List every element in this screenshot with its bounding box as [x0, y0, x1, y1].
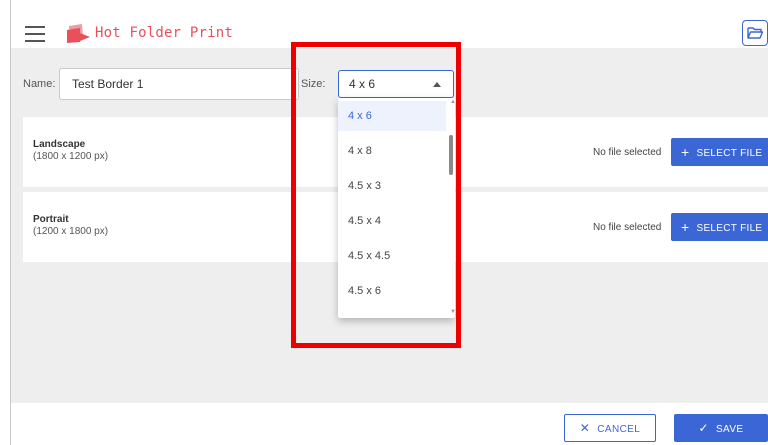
folder-open-button[interactable]	[742, 20, 768, 46]
landscape-file-status: No file selected	[593, 147, 662, 158]
app-window: Hot Folder Print Name: Test Border 1 Siz…	[10, 0, 768, 445]
size-option[interactable]: 4 x 6	[338, 101, 446, 131]
size-dropdown-menu: 4 x 6 4 x 8 4.5 x 3 4.5 x 4 4.5 x 4.5 4.…	[338, 98, 455, 318]
size-select[interactable]: 4 x 6	[338, 70, 454, 98]
app-logo-icon	[67, 24, 90, 43]
save-label: SAVE	[715, 424, 744, 435]
save-button[interactable]: ✓ SAVE	[674, 414, 768, 442]
plus-icon: +	[681, 144, 690, 160]
landscape-title: Landscape	[33, 139, 86, 150]
name-input[interactable]: Test Border 1	[59, 68, 299, 100]
close-icon: ✕	[579, 421, 591, 435]
portrait-dimensions: (1200 x 1800 px)	[33, 226, 109, 237]
landscape-select-file-label: SELECT FILE	[696, 148, 763, 159]
size-select-value: 4 x 6	[349, 77, 376, 91]
size-label: Size:	[301, 78, 326, 90]
portrait-file-status: No file selected	[593, 222, 662, 233]
plus-icon: +	[681, 219, 690, 235]
portrait-select-file-label: SELECT FILE	[696, 223, 763, 234]
portrait-title: Portrait	[33, 214, 69, 225]
app-title: Hot Folder Print	[95, 25, 234, 41]
scroll-down-arrow-icon[interactable]: ▼	[450, 309, 455, 315]
size-option[interactable]: 4.5 x 3	[338, 171, 446, 201]
landscape-select-file-button[interactable]: + SELECT FILE	[671, 138, 768, 166]
size-option[interactable]: 4 x 8	[338, 136, 446, 166]
scrollbar-thumb[interactable]	[449, 135, 453, 175]
name-label: Name:	[23, 78, 56, 90]
cancel-button[interactable]: ✕ CANCEL	[564, 414, 656, 442]
size-option[interactable]: 4.5 x 6	[338, 276, 446, 306]
portrait-select-file-button[interactable]: + SELECT FILE	[671, 213, 768, 241]
landscape-dimensions: (1800 x 1200 px)	[33, 151, 109, 162]
check-icon: ✓	[698, 421, 709, 435]
size-option[interactable]: 4.5 x 4.5	[338, 241, 446, 271]
caret-up-icon	[433, 82, 441, 87]
size-option[interactable]: 4.5 x 4	[338, 206, 446, 236]
cancel-label: CANCEL	[597, 424, 641, 435]
hamburger-menu-icon[interactable]	[25, 26, 45, 42]
dropdown-scrollbar[interactable]	[449, 101, 453, 315]
folder-open-icon	[747, 27, 763, 39]
